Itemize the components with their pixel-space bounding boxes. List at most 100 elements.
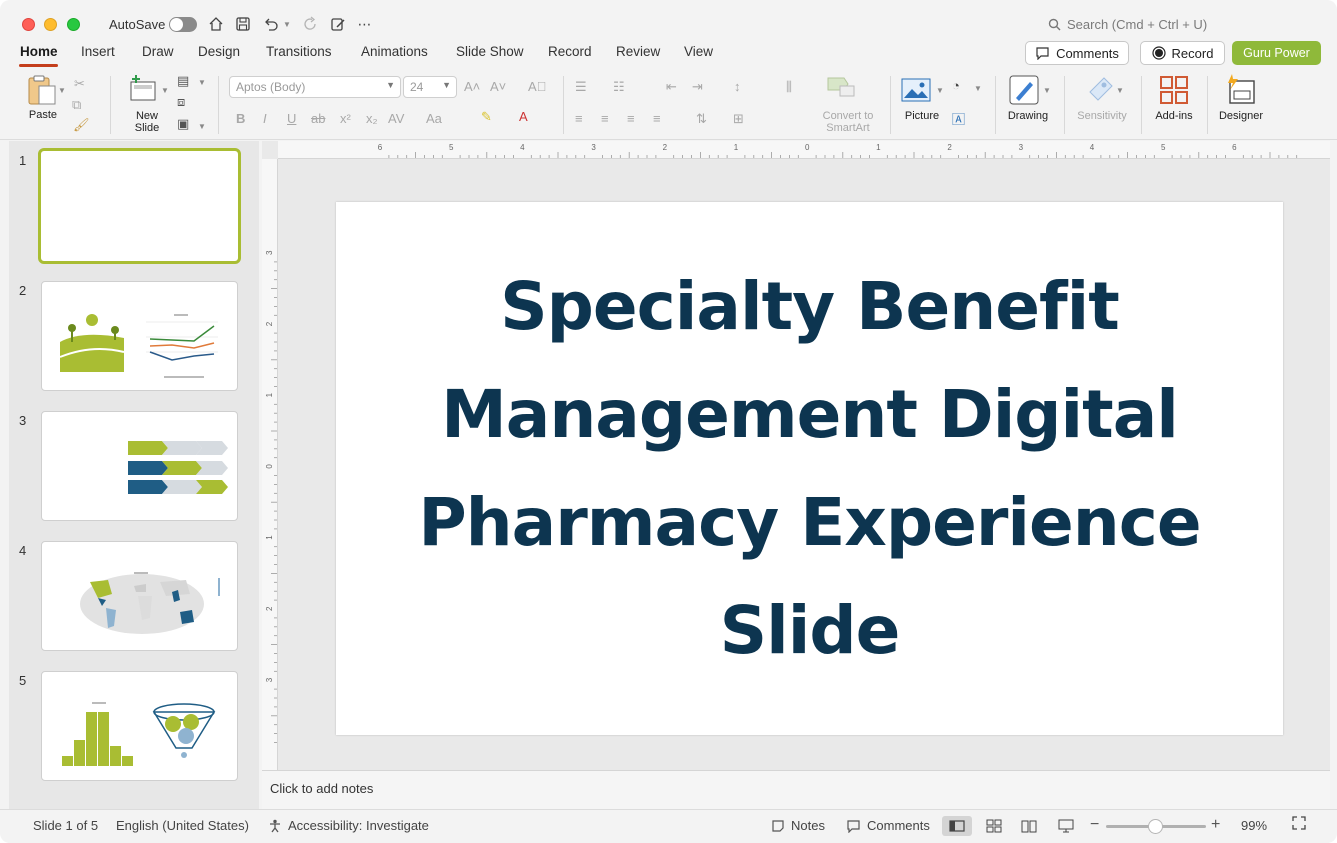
decrease-font-icon[interactable]: A˅ — [490, 79, 506, 94]
clear-formatting-icon[interactable]: A⃠ — [528, 79, 546, 94]
section-icon[interactable]: ▣ — [177, 116, 189, 132]
section-dropdown-icon[interactable]: ▼ — [198, 120, 206, 132]
new-slide-dropdown-icon[interactable]: ▼ — [161, 84, 169, 96]
minimize-window-button[interactable] — [44, 18, 57, 31]
reset-icon[interactable]: ⧈ — [177, 94, 185, 110]
tab-animations[interactable]: Animations — [361, 44, 428, 59]
tab-slide-show[interactable]: Slide Show — [456, 44, 524, 59]
tab-draw[interactable]: Draw — [142, 44, 174, 59]
layout-icon[interactable]: ▤ — [177, 73, 189, 89]
sensitivity-label[interactable]: Sensitivity — [1072, 110, 1132, 122]
customize-icon[interactable] — [327, 13, 349, 35]
more-icon[interactable]: ⋯ — [354, 13, 376, 35]
redo-icon[interactable] — [300, 13, 322, 35]
add-ins-icon[interactable] — [1159, 75, 1189, 105]
picture-dropdown-icon[interactable]: ▼ — [936, 84, 944, 96]
slide-canvas[interactable]: Specialty Benefit Management Digital Pha… — [336, 202, 1283, 735]
increase-indent-icon[interactable]: ⇥ — [692, 79, 703, 95]
paste-dropdown-icon[interactable]: ▼ — [58, 84, 66, 96]
guru-power-button[interactable]: Guru Power — [1232, 41, 1321, 65]
subscript-icon[interactable]: x₂ — [366, 111, 378, 126]
decrease-indent-icon[interactable]: ⇤ — [666, 79, 677, 95]
close-window-button[interactable] — [22, 18, 35, 31]
tab-insert[interactable]: Insert — [81, 44, 115, 59]
zoom-slider-handle[interactable] — [1148, 819, 1163, 834]
designer-icon[interactable] — [1224, 73, 1258, 105]
undo-icon[interactable] — [260, 13, 282, 35]
drawing-label[interactable]: Drawing — [1004, 110, 1052, 122]
slide-thumbnail-1[interactable] — [38, 148, 241, 264]
slide-thumbnail-2[interactable] — [41, 281, 238, 391]
bullets-icon[interactable]: ☰ — [575, 79, 587, 95]
new-slide-icon[interactable] — [127, 74, 159, 106]
drawing-dropdown-icon[interactable]: ▼ — [1043, 84, 1051, 96]
maximize-window-button[interactable] — [67, 18, 80, 31]
convert-smartart-label[interactable]: Convert to SmartArt — [815, 110, 881, 134]
cut-icon[interactable]: ✂ — [74, 76, 85, 92]
columns-icon[interactable]: ⫼ — [786, 79, 792, 95]
zoom-out-button[interactable]: − — [1090, 816, 1099, 834]
sensitivity-dropdown-icon[interactable]: ▼ — [1116, 84, 1124, 96]
accessibility-indicator[interactable]: Accessibility: Investigate — [268, 818, 429, 833]
comments-button[interactable]: Comments — [1025, 41, 1129, 65]
layout-dropdown-icon[interactable]: ▼ — [198, 76, 206, 88]
home-icon[interactable] — [205, 13, 227, 35]
slide-thumbnail-4[interactable] — [41, 541, 238, 651]
shapes-dropdown-icon[interactable]: ▼ — [974, 82, 982, 94]
slide-title[interactable]: Specialty Benefit Management Digital Pha… — [395, 253, 1225, 685]
tab-home[interactable]: Home — [20, 44, 58, 59]
format-painter-icon[interactable]: 🖌 — [73, 117, 90, 133]
font-color-icon[interactable]: A — [519, 109, 528, 124]
justify-icon[interactable]: ≡ — [653, 111, 661, 126]
align-text-icon[interactable]: ⊞ — [733, 111, 744, 127]
italic-icon[interactable]: I — [263, 111, 267, 126]
tab-transitions[interactable]: Transitions — [266, 44, 332, 59]
picture-icon[interactable] — [901, 78, 931, 102]
tab-review[interactable]: Review — [616, 44, 660, 59]
change-case-icon[interactable]: Aa — [426, 111, 442, 126]
add-ins-label[interactable]: Add-ins — [1150, 110, 1198, 122]
sensitivity-icon[interactable] — [1086, 74, 1116, 104]
text-direction-icon[interactable]: ⇅ — [696, 111, 707, 127]
normal-view-button[interactable] — [942, 816, 972, 836]
line-spacing-icon[interactable]: ↕ — [734, 79, 741, 94]
numbering-icon[interactable]: ☷ — [613, 79, 625, 95]
designer-label[interactable]: Designer — [1214, 110, 1268, 122]
align-left-icon[interactable]: ≡ — [575, 111, 583, 126]
reading-view-button[interactable] — [1014, 816, 1044, 836]
bold-icon[interactable]: B — [236, 111, 245, 126]
slide-sorter-view-button[interactable] — [979, 816, 1009, 836]
zoom-level[interactable]: 99% — [1241, 818, 1267, 833]
fit-to-window-icon[interactable] — [1292, 816, 1306, 833]
drawing-icon[interactable] — [1008, 74, 1040, 106]
slideshow-view-button[interactable] — [1051, 816, 1081, 836]
picture-label[interactable]: Picture — [900, 110, 944, 122]
underline-icon[interactable]: U — [287, 111, 296, 126]
search-box[interactable]: Search (Cmd + Ctrl + U) — [1048, 17, 1207, 32]
comments-toggle-button[interactable]: Comments — [846, 818, 930, 833]
autosave-toggle[interactable] — [169, 17, 197, 32]
undo-dropdown-icon[interactable]: ▼ — [280, 13, 294, 35]
copy-icon[interactable]: ⧉ — [72, 97, 81, 113]
slide-thumbnail-3[interactable] — [41, 411, 238, 521]
new-slide-label[interactable]: New Slide — [128, 110, 166, 134]
slide-thumbnail-5[interactable] — [41, 671, 238, 781]
record-button[interactable]: Record — [1140, 41, 1225, 65]
save-icon[interactable] — [232, 13, 254, 35]
highlight-icon[interactable]: ✎ — [481, 109, 492, 125]
superscript-icon[interactable]: x² — [340, 111, 351, 126]
shapes-icon[interactable]: ◔ — [952, 78, 960, 93]
tab-design[interactable]: Design — [198, 44, 240, 59]
font-size-select[interactable]: 24 ▼ — [403, 76, 457, 98]
tab-view[interactable]: View — [684, 44, 713, 59]
zoom-in-button[interactable]: + — [1211, 816, 1220, 834]
paste-label[interactable]: Paste — [24, 109, 62, 121]
strikethrough-icon[interactable]: ab — [311, 111, 325, 126]
text-box-icon[interactable]: 🄰 — [952, 109, 965, 128]
notes-pane[interactable]: Click to add notes — [262, 770, 1330, 809]
increase-font-icon[interactable]: A˄ — [464, 79, 480, 94]
smartart-icon[interactable] — [826, 74, 856, 98]
notes-toggle-button[interactable]: Notes — [771, 818, 825, 833]
font-name-select[interactable]: Aptos (Body) ▼ — [229, 76, 401, 98]
align-center-icon[interactable]: ≡ — [601, 111, 609, 126]
